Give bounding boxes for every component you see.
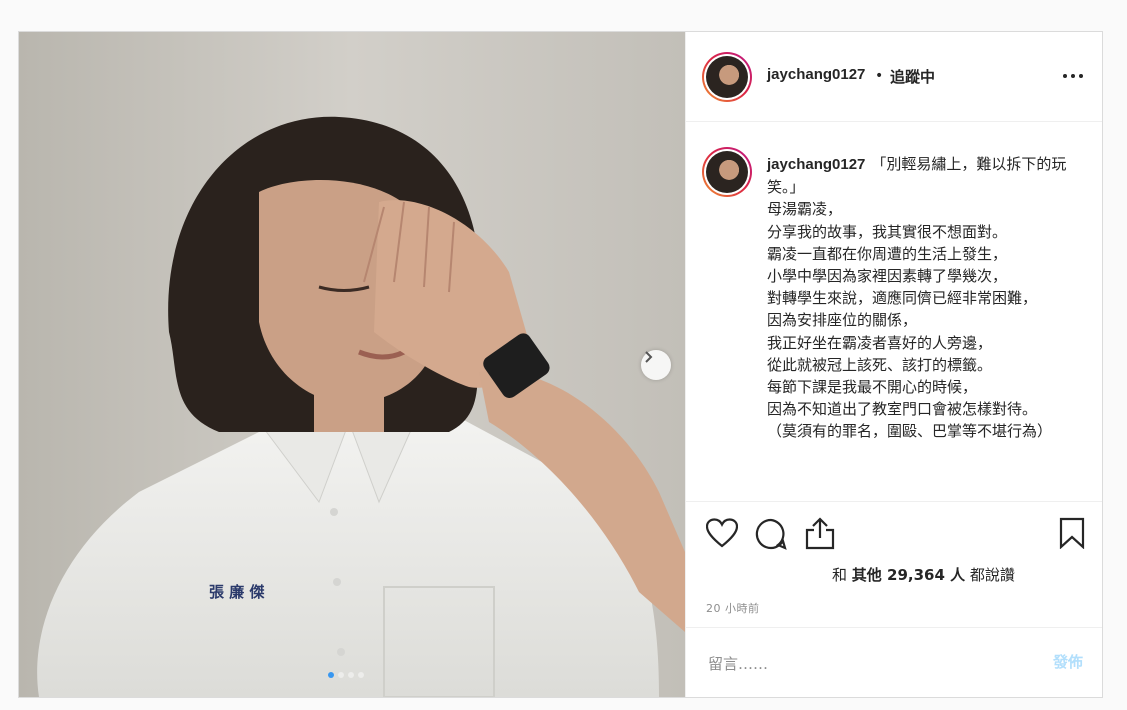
separator-dot: • <box>875 68 884 84</box>
carousel-dot <box>328 672 334 678</box>
carousel-indicator <box>328 672 364 678</box>
chevron-right-icon <box>645 351 653 363</box>
header-username[interactable]: jaychang0127 <box>767 66 865 83</box>
likes-others[interactable]: 其他 29,364 人 <box>852 566 965 584</box>
caption-section: jaychang0127 「別輕易繡上，難以拆下的玩笑。」 母湯霸凌， 分享我的故… <box>686 122 1102 502</box>
comment-box: 發佈 <box>686 627 1102 697</box>
likes-suffix: 都說讚 <box>969 566 1015 584</box>
bookmark-icon <box>1059 517 1085 550</box>
carousel-dot <box>338 672 344 678</box>
share-icon <box>805 517 835 550</box>
comment-button[interactable] <box>755 518 787 554</box>
save-button[interactable] <box>1059 517 1085 553</box>
caption-username[interactable]: jaychang0127 <box>767 156 865 173</box>
carousel-dot <box>348 672 354 678</box>
carousel-dot <box>358 672 364 678</box>
post-photo[interactable]: 張 廉 傑 <box>19 32 685 697</box>
comment-bubble-icon <box>755 518 787 550</box>
shirt-name-embroidery: 張 廉 傑 <box>209 583 264 601</box>
likes-prefix: 和 <box>832 566 848 584</box>
post-card: 張 廉 傑 jaychang0127 • 追蹤中 jaychang0127 「別… <box>18 31 1103 698</box>
like-button[interactable] <box>705 518 739 552</box>
action-bar <box>686 502 1102 558</box>
post-header: jaychang0127 • 追蹤中 <box>686 32 1102 122</box>
comment-input[interactable] <box>706 648 1010 680</box>
follow-status-button[interactable]: 追蹤中 <box>890 66 935 87</box>
avatar[interactable] <box>702 52 752 102</box>
post-sidebar: jaychang0127 • 追蹤中 jaychang0127 「別輕易繡上，難以… <box>685 32 1102 697</box>
post-timestamp[interactable]: 20 小時前 <box>706 600 760 616</box>
caption-text: jaychang0127 「別輕易繡上，難以拆下的玩笑。」 母湯霸凌， 分享我的故… <box>767 153 1067 443</box>
post-comment-button[interactable]: 發佈 <box>1053 651 1083 672</box>
heart-icon <box>705 518 739 548</box>
share-button[interactable] <box>805 516 835 554</box>
photo-illustration: 張 廉 傑 <box>19 32 685 697</box>
caption-body: 「別輕易繡上，難以拆下的玩笑。」 母湯霸凌， 分享我的故事，我其實很不想面對。 … <box>767 155 1067 441</box>
more-options-icon[interactable] <box>1063 74 1083 78</box>
caption-avatar[interactable] <box>702 147 752 197</box>
next-photo-button[interactable] <box>641 350 671 380</box>
likes-count[interactable]: 和 其他 29,364 人 都說讚 <box>832 564 1015 585</box>
